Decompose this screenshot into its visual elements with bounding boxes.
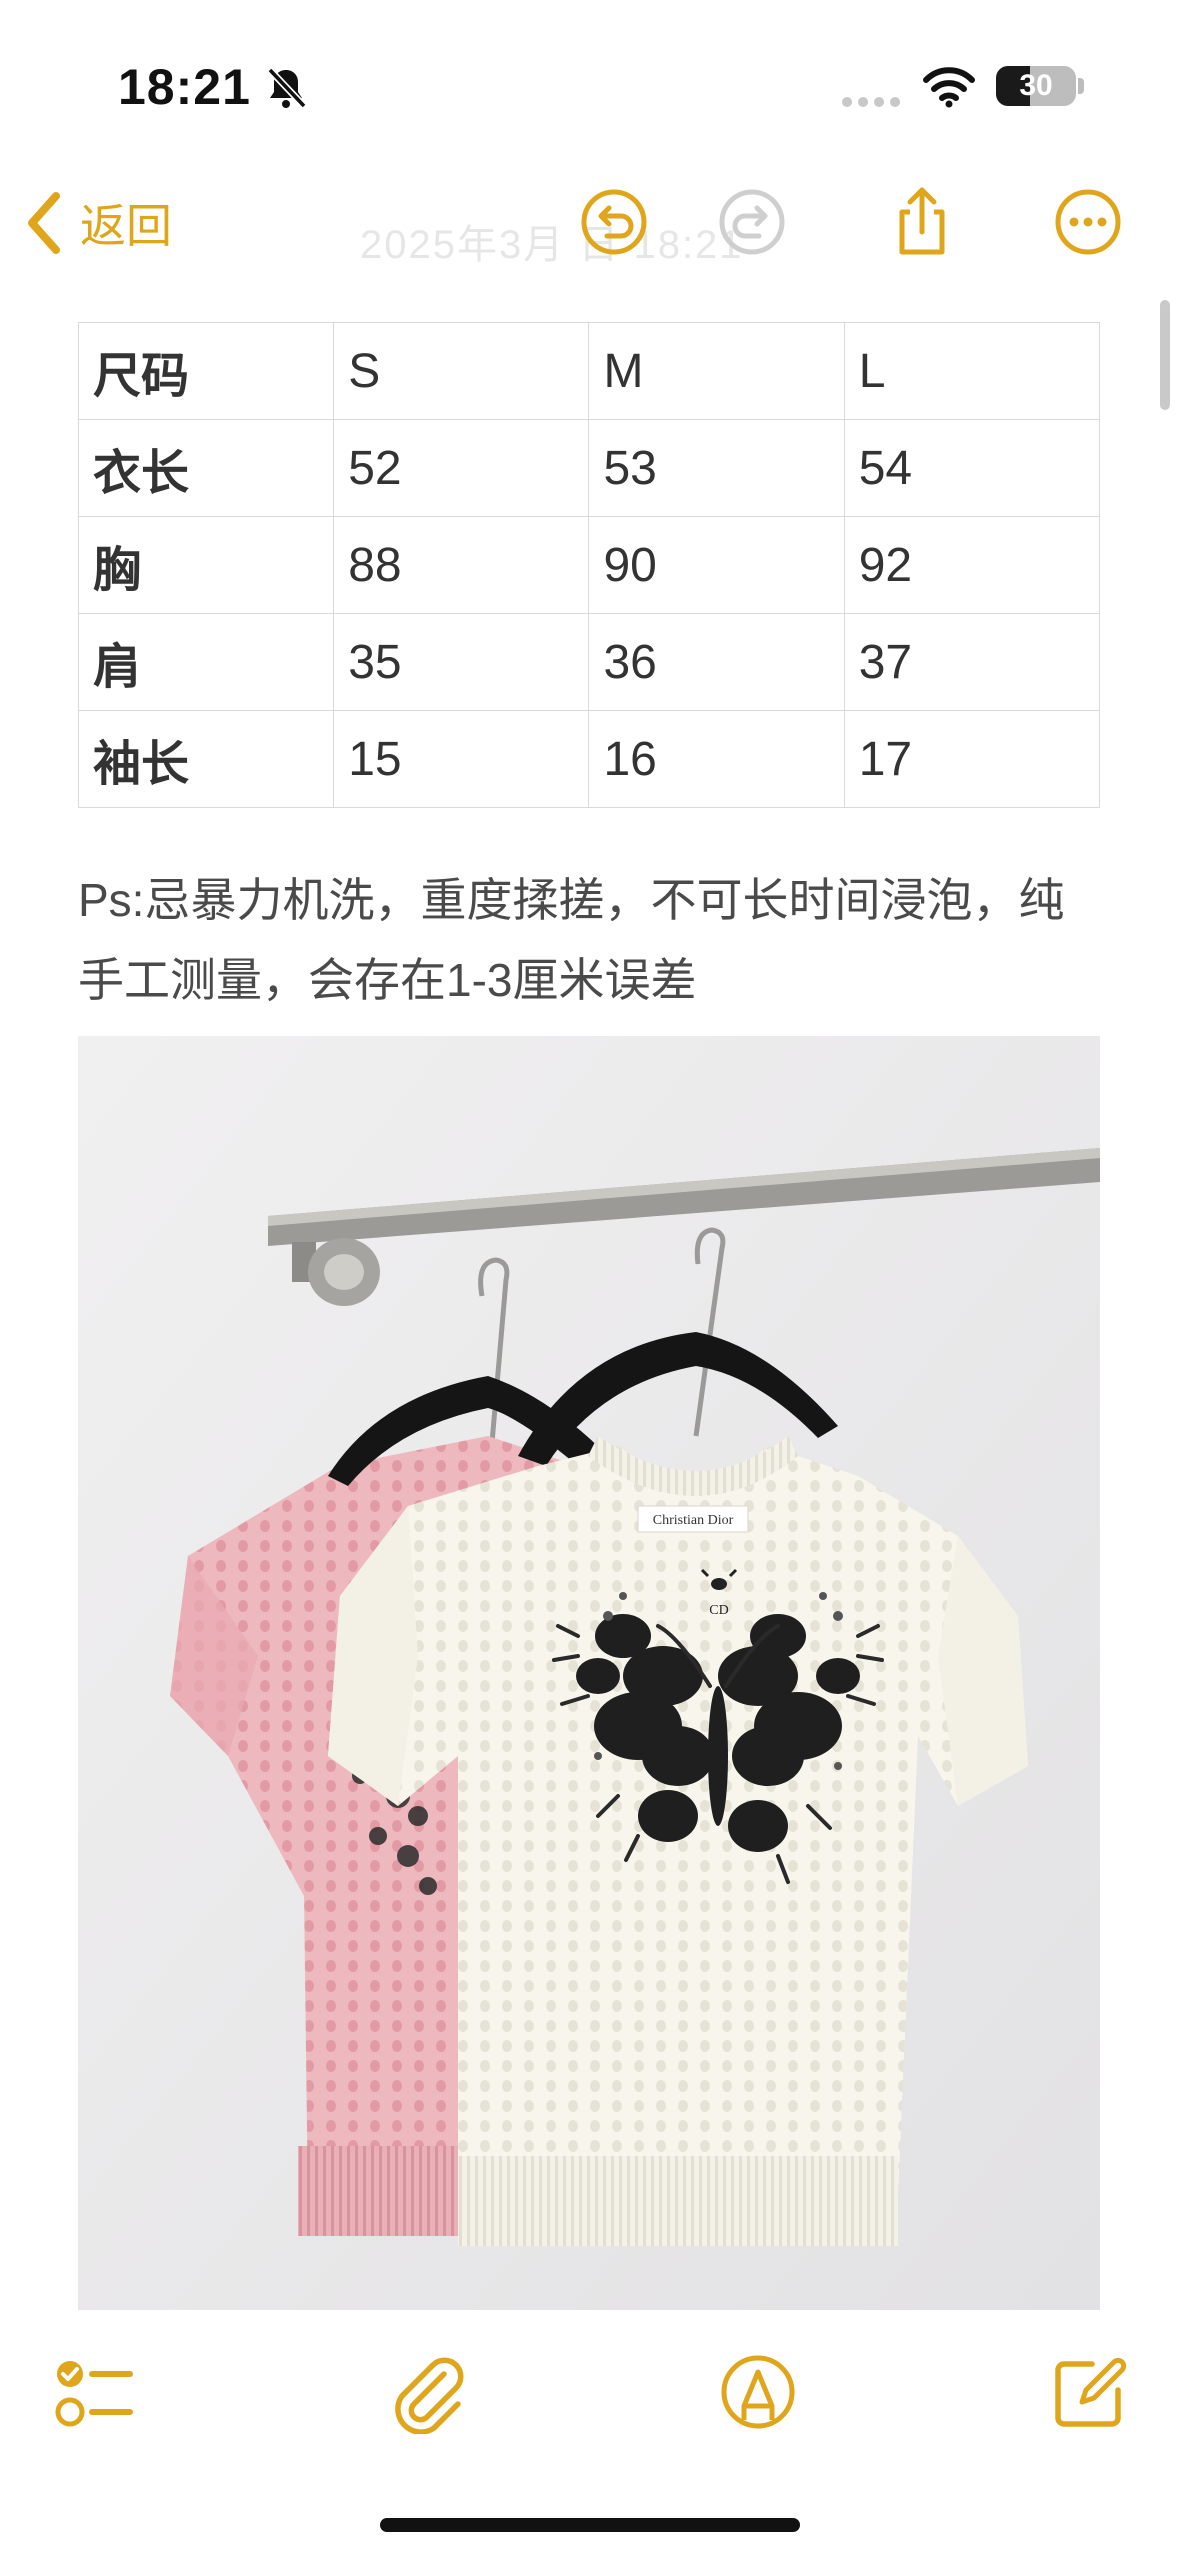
table-row-label: 胸 bbox=[77, 516, 335, 614]
more-icon[interactable] bbox=[1050, 184, 1126, 260]
table-cell: 16 bbox=[588, 710, 845, 808]
table-cell: 35 bbox=[333, 613, 590, 711]
back-label: 返回 bbox=[80, 200, 172, 252]
table-cell: 54 bbox=[843, 419, 1101, 517]
table-row-label: 衣长 bbox=[77, 419, 335, 517]
table-row: 肩 35 36 37 bbox=[77, 613, 1101, 711]
share-icon[interactable] bbox=[884, 184, 960, 260]
table-cell: 17 bbox=[843, 710, 1101, 808]
compose-icon[interactable] bbox=[1046, 2350, 1130, 2434]
bell-slash-icon bbox=[267, 67, 307, 109]
table-header-cell: M bbox=[588, 322, 845, 420]
table-cell: 36 bbox=[588, 613, 845, 711]
table-cell: 15 bbox=[333, 710, 590, 808]
status-time: 18:21 bbox=[118, 59, 251, 115]
table-row-label: 肩 bbox=[77, 613, 335, 711]
redo-icon[interactable] bbox=[714, 184, 790, 260]
table-header-cell: 尺码 bbox=[77, 322, 335, 420]
scroll-indicator[interactable] bbox=[1160, 300, 1170, 410]
product-illustration: Christian Dior CD bbox=[78, 1036, 1100, 2312]
table-header-cell: S bbox=[333, 322, 590, 420]
table-cell: 37 bbox=[843, 613, 1101, 711]
checklist-icon[interactable] bbox=[52, 2350, 136, 2434]
undo-icon[interactable] bbox=[576, 184, 652, 260]
cd-logo-text: CD bbox=[709, 1603, 728, 1618]
table-row: 胸 88 90 92 bbox=[77, 516, 1101, 614]
battery-icon: 30 bbox=[996, 66, 1076, 106]
table-cell: 53 bbox=[588, 419, 845, 517]
brand-label-text: Christian Dior bbox=[653, 1513, 734, 1528]
home-indicator[interactable] bbox=[380, 2518, 800, 2532]
table-row: 衣长 52 53 54 bbox=[77, 419, 1101, 517]
chevron-left-icon bbox=[28, 192, 60, 254]
table-header-row: 尺码 S M L bbox=[77, 322, 1101, 420]
product-photo[interactable]: Christian Dior CD bbox=[78, 1036, 1100, 2312]
table-cell: 52 bbox=[333, 419, 590, 517]
table-row-label: 袖长 bbox=[77, 710, 335, 808]
table-cell: 90 bbox=[588, 516, 845, 614]
table-cell: 88 bbox=[333, 516, 590, 614]
paperclip-icon[interactable] bbox=[386, 2350, 470, 2434]
table-header-cell: L bbox=[843, 322, 1101, 420]
back-button[interactable]: 返回 bbox=[24, 190, 172, 256]
care-note: Ps:忌暴力机洗，重度揉搓，不可长时间浸泡，纯手工测量，会存在1-3厘米误差 bbox=[78, 874, 1065, 1006]
markup-pen-icon[interactable] bbox=[716, 2350, 800, 2434]
cellular-signal-icon bbox=[842, 94, 906, 112]
note-title: 2025年3月 日 18:21 bbox=[360, 223, 744, 267]
size-table: 尺码 S M L 衣长 52 53 54 胸 88 90 92 肩 35 36 … bbox=[77, 322, 1101, 808]
battery-level: 30 bbox=[1019, 69, 1053, 102]
status-bar: 18:21 30 bbox=[0, 0, 1179, 170]
wifi-icon bbox=[923, 67, 975, 108]
table-cell: 92 bbox=[843, 516, 1101, 614]
table-row: 袖长 15 16 17 bbox=[77, 710, 1101, 808]
